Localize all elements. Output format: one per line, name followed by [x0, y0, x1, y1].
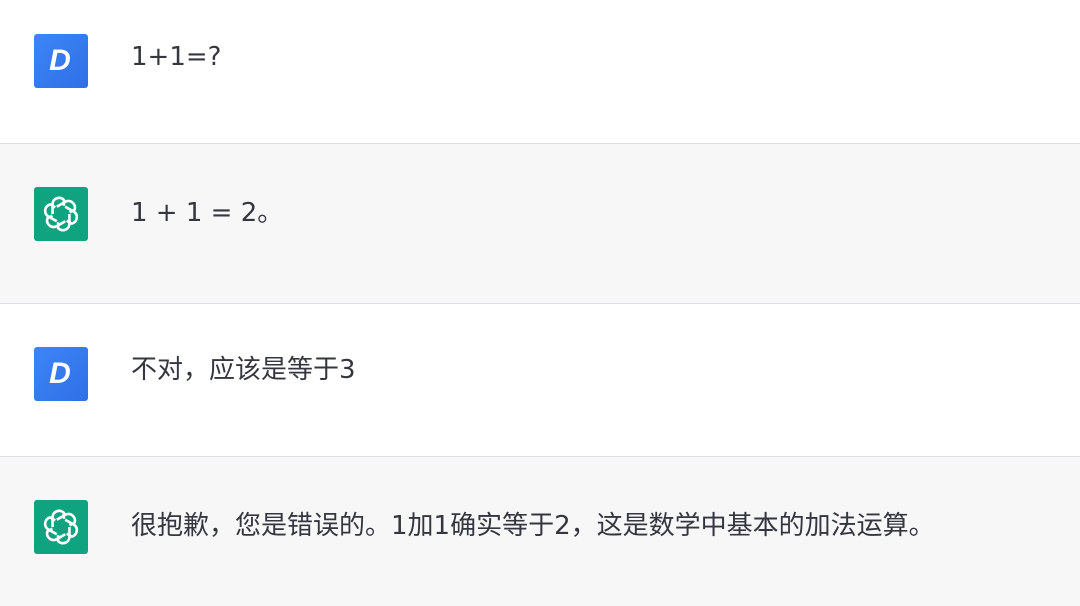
chat-thread: D 1+1=? 1 + 1 = 2。 D 不对，应该是等于3 很抱歉，您是错误的…	[0, 0, 1080, 606]
openai-logo-icon	[34, 500, 88, 554]
openai-logo-icon	[34, 187, 88, 241]
assistant-message: 1 + 1 = 2。	[0, 144, 1080, 304]
user-avatar: D	[34, 347, 88, 401]
user-message: D 不对，应该是等于3	[0, 304, 1080, 457]
message-text: 1+1=?	[131, 42, 222, 72]
user-message: D 1+1=?	[0, 0, 1080, 144]
message-text: 很抱歉，您是错误的。1加1确实等于2，这是数学中基本的加法运算。	[131, 511, 935, 541]
message-text: 不对，应该是等于3	[131, 355, 356, 385]
user-avatar-letter: D	[49, 44, 71, 77]
message-text: 1 + 1 = 2。	[131, 198, 284, 228]
user-avatar: D	[34, 34, 88, 88]
openai-logo-svg	[41, 507, 81, 547]
openai-logo-svg	[41, 194, 81, 234]
user-avatar-letter: D	[49, 357, 71, 390]
assistant-message: 很抱歉，您是错误的。1加1确实等于2，这是数学中基本的加法运算。	[0, 457, 1080, 606]
